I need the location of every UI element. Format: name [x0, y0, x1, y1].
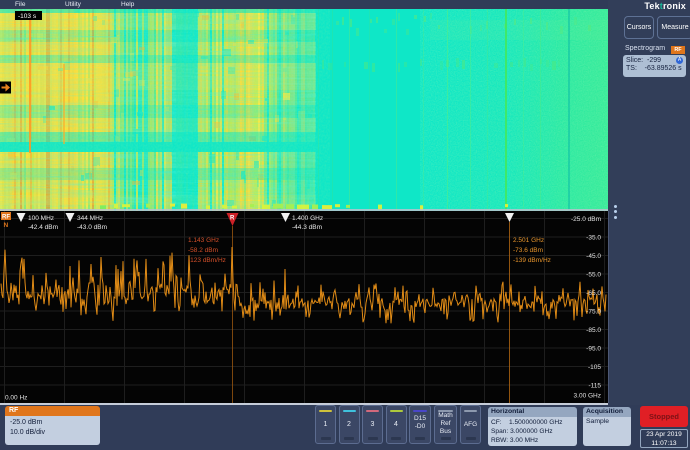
svg-text:-115: -115: [588, 383, 601, 390]
svg-text:100 MHz: 100 MHz: [28, 215, 54, 222]
svg-text:-139 dBm/Hz: -139 dBm/Hz: [513, 257, 551, 264]
svg-text:-35.0: -35.0: [586, 235, 601, 242]
svg-text:-58.2 dBm: -58.2 dBm: [188, 247, 218, 254]
svg-text:-42.4 dBm: -42.4 dBm: [28, 224, 58, 231]
svg-text:N: N: [4, 222, 9, 229]
svg-text:RF: RF: [2, 215, 10, 221]
svg-text:-65.0: -65.0: [586, 290, 601, 297]
svg-text:344 MHz: 344 MHz: [77, 215, 103, 222]
svg-text:1.400 GHz: 1.400 GHz: [292, 215, 323, 222]
svg-text:-95.0: -95.0: [586, 346, 601, 353]
svg-text:-45.0: -45.0: [586, 253, 601, 260]
svg-text:-85.0: -85.0: [586, 327, 601, 334]
svg-text:-43.0 dBm: -43.0 dBm: [77, 224, 107, 231]
svg-text:-123 dBm/Hz: -123 dBm/Hz: [188, 257, 226, 264]
svg-text:-73.6 dBm: -73.6 dBm: [513, 247, 543, 254]
svg-text:2.501 GHz: 2.501 GHz: [513, 237, 544, 244]
svg-text:-25.0 dBm: -25.0 dBm: [571, 216, 601, 223]
svg-text:-55.0: -55.0: [586, 272, 601, 279]
svg-text:-103 s: -103 s: [18, 13, 37, 20]
svg-text:-75.0: -75.0: [586, 309, 601, 316]
svg-text:3.00 GHz: 3.00 GHz: [574, 393, 601, 400]
svg-text:R: R: [230, 216, 235, 222]
svg-text:1.143 GHz: 1.143 GHz: [188, 237, 219, 244]
svg-text:-105: -105: [588, 364, 601, 371]
svg-text:0.00 Hz: 0.00 Hz: [5, 395, 27, 402]
svg-text:-44.3 dBm: -44.3 dBm: [292, 224, 322, 231]
